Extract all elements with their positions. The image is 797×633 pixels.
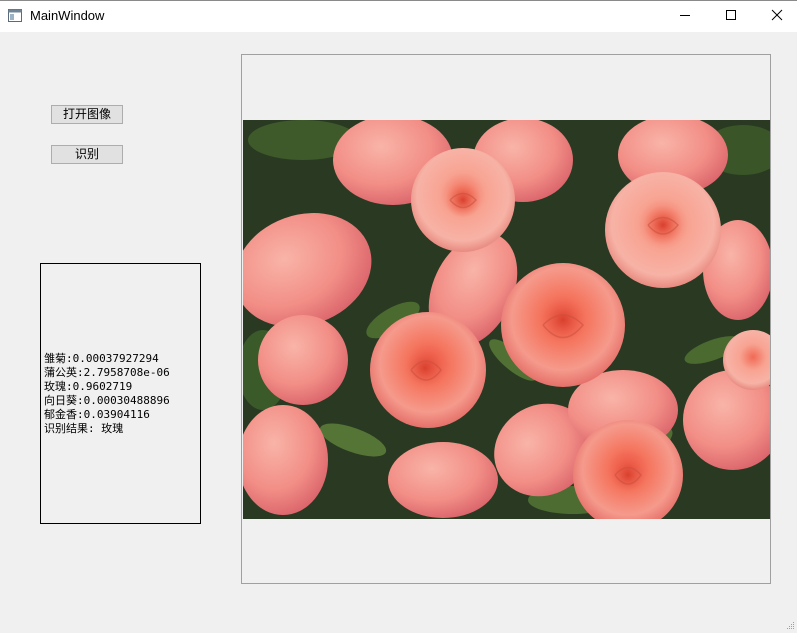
result-line-rose: 玫瑰:0.9602719 [44, 379, 133, 393]
window-title: MainWindow [30, 8, 105, 23]
maximize-icon [725, 9, 737, 24]
result-line-sunflower: 向日葵:0.00030488896 [44, 393, 170, 407]
app-window-icon [8, 9, 22, 22]
image-display-label [241, 54, 771, 584]
open-image-button[interactable]: 打开图像 [51, 105, 123, 124]
minimize-button[interactable] [662, 1, 708, 32]
title-bar[interactable]: MainWindow [0, 1, 797, 32]
result-line-dandelion: 蒲公英:2.7958708e-06 [44, 365, 170, 379]
resize-grip-icon[interactable] [785, 619, 795, 629]
minimize-icon [679, 9, 691, 24]
close-icon [771, 9, 783, 24]
result-final: 识别结果: 玫瑰 [44, 421, 124, 435]
result-line-daisy: 雏菊:0.00037927294 [44, 351, 159, 365]
result-text-area[interactable]: 雏菊:0.00037927294 蒲公英:2.7958708e-06 玫瑰:0.… [40, 263, 201, 524]
maximize-button[interactable] [708, 1, 754, 32]
roses-photo [243, 120, 770, 519]
result-line-tulip: 郁金香:0.03904116 [44, 407, 150, 421]
recognize-button[interactable]: 识别 [51, 145, 123, 164]
close-button[interactable] [754, 1, 797, 32]
main-window: MainWindow 打开图像 识别 雏菊:0.00037927294 蒲公英:… [0, 0, 797, 631]
